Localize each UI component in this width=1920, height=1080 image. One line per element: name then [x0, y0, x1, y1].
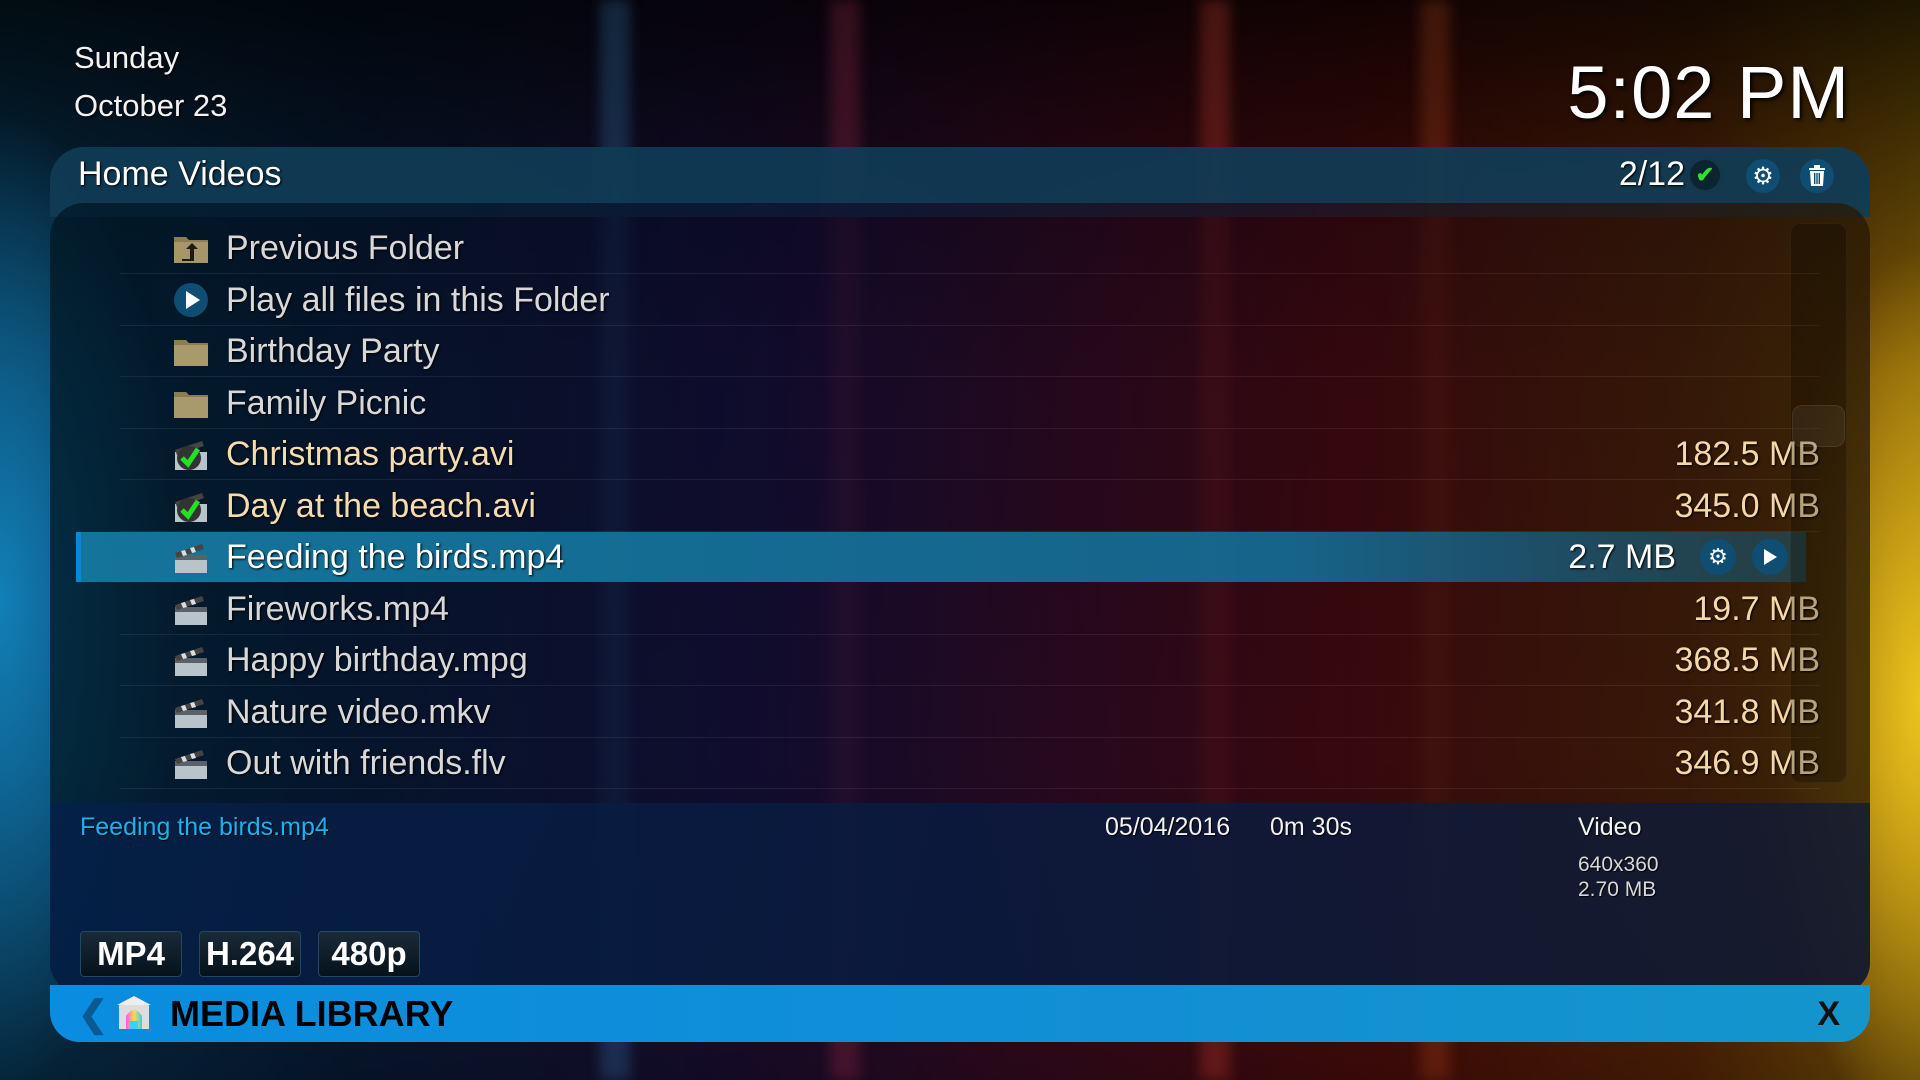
info-filesize: 2.70 MB: [1578, 878, 1657, 901]
info-title: Feeding the birds.mp4: [80, 813, 329, 841]
trash-icon: [1809, 165, 1825, 186]
clapperboard-icon: [172, 744, 210, 782]
list-item-label: Out with friends.flv: [226, 744, 506, 782]
page-title: Home Videos: [78, 155, 282, 193]
list-item-label: Family Picnic: [226, 383, 427, 422]
format-badge: MP4: [80, 931, 182, 977]
gear-icon: ⚙: [1752, 162, 1774, 190]
list-item-label: Previous Folder: [226, 229, 465, 267]
play-icon: [1764, 549, 1777, 565]
check-icon: ✔: [1690, 160, 1720, 190]
item-count: 2/12: [1618, 155, 1685, 193]
video-watched-icon: [172, 487, 210, 525]
list-item-label: Happy birthday.mpg: [226, 641, 528, 679]
list-item-label: Feeding the birds.mp4: [226, 538, 565, 576]
resolution-badge: 480p: [318, 931, 420, 977]
item-settings-button[interactable]: ⚙: [1700, 539, 1736, 575]
folder-icon: [172, 332, 210, 370]
codec-badge: H.264: [199, 931, 301, 977]
list-item[interactable]: Nature video.mkv 341.8 MB: [120, 687, 1820, 738]
list-item[interactable]: Birthday Party: [120, 326, 1820, 377]
list-item-label: Day at the beach.avi: [226, 486, 536, 525]
footer-title: MEDIA LIBRARY: [170, 993, 454, 1034]
list-item[interactable]: Previous Folder: [120, 223, 1820, 274]
list-item[interactable]: Out with friends.flv 346.9 MB: [120, 738, 1820, 789]
clapperboard-icon: [172, 693, 210, 731]
scrollbar[interactable]: [1790, 223, 1847, 783]
close-button[interactable]: X: [1817, 995, 1840, 1034]
gear-icon: ⚙: [1708, 544, 1728, 569]
info-resolution: 640x360: [1578, 853, 1659, 876]
date-label: October 23: [74, 88, 228, 123]
folder-up-icon: [172, 229, 210, 267]
list-item-label: Nature video.mkv: [226, 692, 491, 731]
info-duration: 0m 30s: [1270, 813, 1352, 841]
info-type: Video: [1578, 813, 1642, 841]
media-library-icon: [117, 996, 151, 1029]
item-play-button[interactable]: [1752, 539, 1788, 575]
list-item-label: Christmas party.avi: [226, 435, 515, 473]
list-item[interactable]: Day at the beach.avi 345.0 MB: [120, 481, 1820, 532]
list-item-label: Play all files in this Folder: [226, 280, 610, 319]
clapperboard-icon: [172, 538, 210, 576]
clock: 5:02 PM: [1567, 51, 1850, 134]
settings-button[interactable]: ⚙: [1746, 159, 1780, 193]
day-label: Sunday: [74, 40, 180, 75]
folder-icon: [172, 384, 210, 422]
info-panel: Feeding the birds.mp4 05/04/2016 0m 30s …: [50, 803, 1870, 993]
back-button[interactable]: ❮: [78, 993, 108, 1035]
list-item[interactable]: Family Picnic: [120, 378, 1820, 429]
delete-button[interactable]: [1800, 159, 1834, 193]
list-item[interactable]: Feeding the birds.mp4 2.7 MB ⚙: [76, 532, 1806, 582]
footer-bar: ❮ MEDIA LIBRARY X: [50, 985, 1870, 1042]
info-date: 05/04/2016: [1105, 813, 1231, 841]
list-item[interactable]: Fireworks.mp4 19.7 MB: [120, 584, 1820, 635]
list-item-label: Fireworks.mp4: [226, 589, 449, 628]
list-item[interactable]: Play all files in this Folder: [120, 275, 1820, 326]
list-item-size: 2.7 MB: [1568, 538, 1676, 576]
list-item-label: Birthday Party: [226, 332, 440, 370]
list-item[interactable]: Happy birthday.mpg 368.5 MB: [120, 635, 1820, 686]
list-item[interactable]: Christmas party.avi 182.5 MB: [120, 429, 1820, 480]
video-watched-icon: [172, 435, 210, 473]
clapperboard-icon: [172, 590, 210, 628]
file-list-panel: Previous Folder Play all files in this Fo…: [50, 203, 1870, 803]
clapperboard-icon: [172, 641, 210, 679]
scrollbar-thumb[interactable]: [1792, 405, 1845, 448]
play-icon: [172, 281, 210, 319]
